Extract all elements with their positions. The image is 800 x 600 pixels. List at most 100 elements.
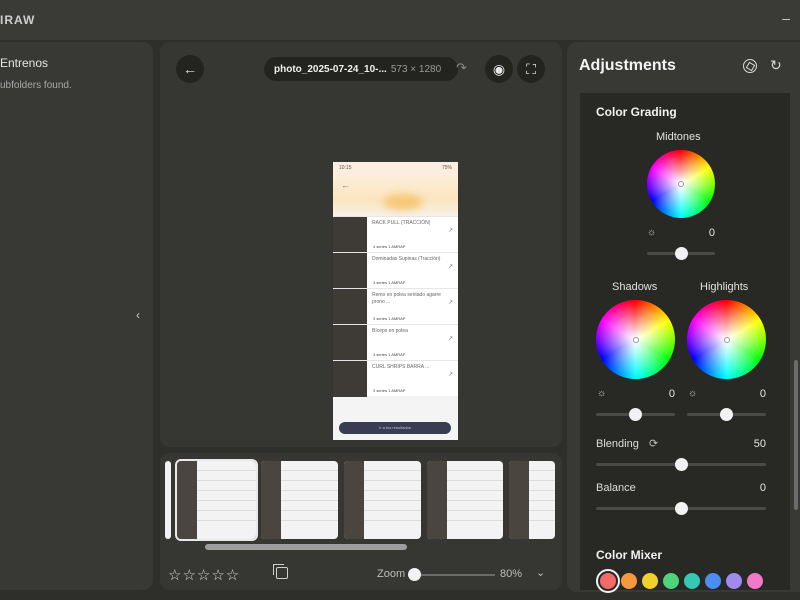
phone-row-meta: 4 series 1 AMRAP	[373, 244, 406, 249]
arrow-left-icon: ←	[183, 61, 197, 77]
filmstrip-thumb-image	[344, 461, 364, 539]
back-button[interactable]: ←	[176, 55, 204, 83]
zoom-value: 80%	[500, 568, 523, 580]
phone-row-arrow-icon: ↗	[447, 336, 453, 342]
phone-row-thumb	[333, 289, 367, 325]
phone-row: Remo en polea sentado agarre prono ... 3…	[333, 288, 458, 325]
sun-icon: ☼	[647, 227, 657, 238]
highlights-value: 0	[759, 388, 766, 400]
filmstrip-thumb[interactable]	[344, 461, 421, 539]
phone-row: CURL SHRIPS BARRA ... 3 series 1 AMRAP ↗	[333, 360, 458, 397]
swatch-orange[interactable]	[621, 573, 637, 589]
midtones-slider-knob[interactable]	[675, 247, 688, 260]
phone-row: Bíceps en polea 3 series 1 AMRAP ↗	[333, 324, 458, 361]
midtones-color-wheel[interactable]	[647, 150, 715, 218]
shadows-wheel-handle[interactable]	[632, 336, 639, 343]
midtones-label: Midtones	[656, 131, 701, 143]
filmstrip-thumb-active[interactable]	[175, 459, 258, 541]
minimize-button[interactable]: –	[782, 10, 790, 26]
phone-row-thumb	[333, 325, 367, 361]
fullscreen-button[interactable]: ⛶	[517, 55, 545, 83]
adjustments-title: Adjustments	[579, 57, 676, 74]
phone-row: RACK PULL (TRACCIÓN) 4 series 1 AMRAP ↗	[333, 216, 458, 253]
collapse-panel-icon[interactable]: ‹	[136, 308, 140, 322]
phone-back-icon: ←	[341, 180, 350, 190]
phone-row-meta: 3 series 1 AMRAP	[373, 280, 406, 285]
filmstrip-thumb-image	[427, 461, 447, 539]
title-bar: IRAW –	[0, 0, 800, 40]
phone-row-meta: 3 series 1 AMRAP	[373, 316, 406, 321]
swatch-aqua[interactable]	[684, 573, 700, 589]
eye-icon: ◉	[492, 60, 506, 77]
phone-row-arrow-icon: ↗	[447, 228, 453, 234]
balance-value: 0	[759, 482, 766, 494]
balance-slider-knob[interactable]	[675, 502, 688, 515]
phone-exercise-list: RACK PULL (TRACCIÓN) 4 series 1 AMRAP ↗ …	[333, 216, 458, 397]
phone-row-arrow-icon: ↗	[447, 264, 453, 270]
file-name: photo_2025-07-24_10-...	[274, 63, 387, 75]
blending-label: Blending	[596, 438, 639, 450]
highlights-wheel-handle[interactable]	[723, 336, 730, 343]
copy-icon[interactable]	[273, 564, 288, 579]
filmstrip-thumb-image	[261, 461, 281, 539]
phone-header: ←	[333, 176, 458, 216]
redo-icon[interactable]: ↷	[456, 60, 467, 76]
sun-icon: ☼	[597, 388, 607, 399]
phone-row-meta: 3 series 1 AMRAP	[373, 352, 406, 357]
folder-panel: Entrenos ubfolders found. ‹	[0, 42, 153, 590]
adjustments-scrollbar[interactable]	[794, 360, 798, 510]
zoom-slider[interactable]	[415, 574, 495, 576]
filmstrip-scrollbar[interactable]	[205, 544, 407, 550]
highlights-label: Highlights	[700, 281, 749, 293]
rating-stars[interactable]: ☆☆☆☆☆	[168, 566, 240, 584]
zoom-slider-knob[interactable]	[408, 568, 421, 581]
app-name: IRAW	[0, 13, 36, 27]
phone-row-thumb	[333, 253, 367, 289]
sun-icon: ☼	[688, 388, 698, 399]
swatch-magenta[interactable]	[747, 573, 763, 589]
shadows-label: Shadows	[612, 281, 658, 293]
folder-title[interactable]: Entrenos	[0, 56, 48, 70]
phone-row-arrow-icon: ↗	[447, 372, 453, 378]
preview-toggle-button[interactable]: ◉	[485, 55, 513, 83]
swatch-red[interactable]	[596, 569, 620, 593]
filmstrip-thumb[interactable]	[261, 461, 338, 539]
phone-time: 10:15	[339, 165, 352, 171]
filmstrip-thumb[interactable]	[509, 461, 555, 539]
highlights-slider-knob[interactable]	[720, 408, 733, 421]
phone-status-bar: 10:15 75%	[333, 162, 458, 176]
aperture-icon[interactable]	[743, 59, 757, 73]
color-mixer-title: Color Mixer	[596, 548, 663, 562]
swatch-green[interactable]	[663, 573, 679, 589]
swatch-blue[interactable]	[705, 573, 721, 589]
shadows-slider-knob[interactable]	[629, 408, 642, 421]
phone-row: Dominadas Supinas (Tracción) 3 series 1 …	[333, 252, 458, 289]
sync-icon[interactable]: ⟳	[649, 437, 658, 450]
phone-row-arrow-icon: ↗	[447, 300, 453, 306]
blending-value: 50	[753, 438, 766, 450]
chevron-down-icon[interactable]: ⌄	[536, 566, 545, 579]
file-info-pill: photo_2025-07-24_10-... 573 × 1280	[264, 57, 458, 81]
phone-battery: 75%	[441, 165, 452, 171]
swatch-yellow[interactable]	[642, 573, 658, 589]
phone-row-meta: 3 series 1 AMRAP	[373, 388, 406, 393]
swatch-purple[interactable]	[726, 573, 742, 589]
filmstrip-thumb[interactable]	[165, 461, 171, 539]
phone-header-blob	[383, 194, 423, 210]
filmstrip-thumb[interactable]	[427, 461, 503, 539]
shadows-value: 0	[668, 388, 675, 400]
phone-results-button: Ir a tus resultados	[339, 422, 451, 434]
subfolders-status: ubfolders found.	[0, 80, 72, 91]
midtones-value: 0	[708, 227, 715, 239]
color-grading-title: Color Grading	[596, 105, 677, 119]
highlights-color-wheel[interactable]	[687, 300, 766, 379]
preview-image: 10:15 75% ← RACK PULL (TRACCIÓN) 4 serie…	[333, 162, 458, 440]
shadows-color-wheel[interactable]	[596, 300, 675, 379]
midtones-wheel-handle[interactable]	[678, 181, 684, 187]
reset-icon[interactable]: ↻	[770, 57, 782, 74]
blending-slider-knob[interactable]	[675, 458, 688, 471]
filmstrip-thumb-image	[177, 461, 197, 539]
phone-row-thumb	[333, 217, 367, 253]
balance-label: Balance	[596, 482, 636, 494]
filmstrip-thumb-image	[509, 461, 529, 539]
